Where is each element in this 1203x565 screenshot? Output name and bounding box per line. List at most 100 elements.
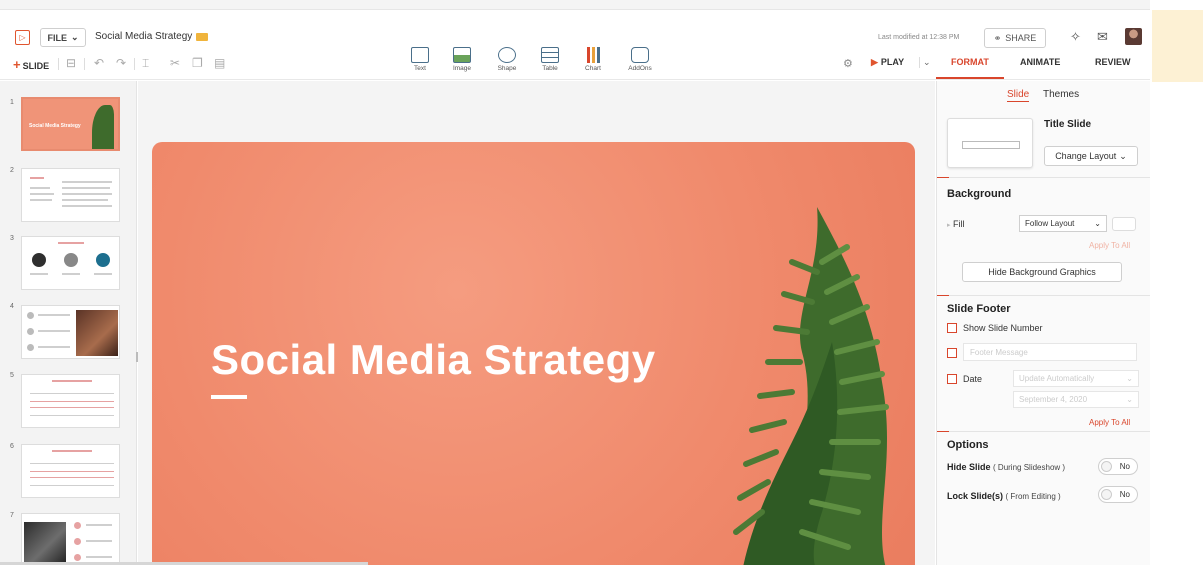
slide-thumbnail-3[interactable] — [21, 236, 120, 290]
thumb-number: 4 — [10, 303, 14, 310]
play-icon: ▶ — [871, 57, 878, 67]
photo-graphic — [24, 522, 66, 565]
tab-format[interactable]: FORMAT — [951, 57, 989, 67]
settings-icon[interactable]: ⚙ — [843, 57, 853, 70]
share-button[interactable]: ⚭ SHARE — [984, 28, 1046, 48]
avatar[interactable] — [1125, 28, 1142, 45]
insert-table-button[interactable]: Table — [530, 47, 570, 72]
table-icon — [541, 47, 559, 63]
section-divider — [937, 177, 1151, 178]
document-title[interactable]: Social Media Strategy — [95, 31, 192, 42]
insert-chart-button[interactable]: Chart — [573, 47, 613, 72]
insert-image-button[interactable]: Image — [442, 47, 482, 72]
insert-shape-label: Shape — [497, 65, 517, 72]
apply-all-background-link[interactable]: Apply To All — [1089, 241, 1130, 250]
slide-thumbnail-5[interactable] — [21, 374, 120, 428]
thumb-number: 5 — [10, 372, 14, 379]
hide-slide-note: ( During Slideshow ) — [993, 463, 1066, 472]
plant-image[interactable] — [672, 202, 915, 565]
subtab-themes[interactable]: Themes — [1043, 89, 1079, 100]
slide-thumbnail-4[interactable] — [21, 305, 120, 359]
plant-graphic — [92, 105, 114, 149]
slide-canvas[interactable]: Social Media Strategy — [152, 142, 915, 565]
layout-icon[interactable]: ⊟ — [66, 56, 76, 70]
footer-message-input[interactable]: Footer Message — [963, 343, 1137, 361]
insert-addons-button[interactable]: AddOns — [620, 47, 660, 72]
lock-slide-toggle[interactable]: No — [1098, 486, 1138, 503]
copy-icon[interactable]: ❐ — [192, 56, 203, 70]
puzzle-icon — [631, 47, 649, 63]
app-window: ▷ FILE ⌄ Social Media Strategy + SLIDE ⊟ … — [0, 0, 1151, 565]
footer-message-checkbox[interactable] — [947, 348, 957, 358]
insert-text-button[interactable]: Text — [400, 47, 440, 72]
sticky-note — [1152, 10, 1203, 82]
hide-slide-label: Hide Slide ( During Slideshow ) — [947, 462, 1065, 472]
thumb-title: Social Media Strategy — [29, 123, 81, 129]
cut-icon[interactable]: ✂ — [170, 56, 180, 70]
tab-review[interactable]: REVIEW — [1095, 57, 1131, 67]
chevron-down-icon: ⌄ — [1094, 219, 1101, 228]
expand-arrow-icon[interactable]: ▸ — [947, 222, 951, 229]
add-slide-button[interactable]: + SLIDE — [13, 57, 49, 72]
insert-chart-label: Chart — [585, 65, 601, 72]
apply-all-footer-link[interactable]: Apply To All — [1089, 418, 1130, 427]
app-logo-icon[interactable]: ▷ — [15, 30, 30, 45]
insert-shape-button[interactable]: Shape — [487, 47, 527, 72]
change-layout-label: Change Layout — [1055, 151, 1117, 161]
date-checkbox[interactable] — [947, 374, 957, 384]
magic-wand-icon[interactable]: ✧ — [1070, 29, 1081, 45]
slide-thumbnail-6[interactable] — [21, 444, 120, 498]
paste-icon[interactable]: ▤ — [214, 56, 225, 70]
toggle-knob — [1101, 461, 1112, 472]
insert-table-label: Table — [542, 65, 558, 72]
thumb-number: 3 — [10, 235, 14, 242]
mail-icon[interactable]: ✉ — [1097, 29, 1108, 45]
redo-icon[interactable]: ↷ — [116, 56, 126, 70]
show-slide-number-checkbox[interactable] — [947, 323, 957, 333]
fill-color-swatch[interactable] — [1112, 217, 1136, 231]
chevron-down-icon: ⌄ — [1119, 150, 1127, 161]
undo-icon[interactable]: ↶ — [94, 56, 104, 70]
fill-select[interactable]: Follow Layout ⌄ — [1019, 215, 1107, 232]
format-panel: Slide Themes Title Slide Change Layout ⌄… — [936, 81, 1151, 565]
slide-title[interactable]: Social Media Strategy — [211, 336, 656, 384]
insert-image-label: Image — [452, 65, 472, 72]
slide-label: SLIDE — [22, 61, 50, 71]
file-menu-button[interactable]: FILE ⌄ — [40, 28, 86, 47]
layout-preview[interactable] — [947, 118, 1033, 168]
active-tab-indicator — [936, 77, 1004, 79]
lock-slide-value: No — [1119, 490, 1130, 499]
slide-thumbnail-2[interactable] — [21, 168, 120, 222]
hide-background-graphics-button[interactable]: Hide Background Graphics — [962, 262, 1122, 282]
change-layout-button[interactable]: Change Layout ⌄ — [1044, 146, 1138, 166]
slide-thumbnails-panel: 1 Social Media Strategy 2 3 4 5 6 7 — [0, 81, 137, 565]
hide-slide-toggle[interactable]: No — [1098, 458, 1138, 475]
options-heading: Options — [947, 439, 989, 451]
toggle-knob — [1101, 489, 1112, 500]
format-painter-icon[interactable]: ⌶ — [142, 56, 149, 71]
date-value-select[interactable]: September 4, 2020 ⌄ — [1013, 391, 1139, 408]
chevron-down-icon: ⌄ — [1126, 395, 1133, 404]
tab-animate[interactable]: ANIMATE — [1020, 57, 1060, 67]
shape-icon — [498, 47, 516, 63]
outer-margin — [1150, 0, 1203, 565]
chevron-down-icon: ⌄ — [70, 32, 79, 42]
thumb-number: 2 — [10, 167, 14, 174]
section-divider — [937, 431, 1151, 432]
play-button[interactable]: ▶ PLAY — [871, 57, 904, 68]
lock-slide-text: Lock Slide(s) — [947, 491, 1004, 501]
toolbar-divider — [84, 58, 85, 70]
image-icon — [453, 47, 471, 63]
slide-thumbnail-7[interactable] — [21, 513, 120, 565]
browser-strip — [0, 0, 1150, 10]
date-mode-select[interactable]: Update Automatically ⌄ — [1013, 370, 1139, 387]
insert-addons-label: AddOns — [628, 65, 652, 72]
slide-thumbnail-1[interactable]: Social Media Strategy — [21, 97, 120, 151]
fill-value: Follow Layout — [1025, 219, 1075, 228]
hide-slide-text: Hide Slide — [947, 462, 991, 472]
date-label: Date — [963, 374, 983, 384]
folder-icon[interactable] — [196, 33, 208, 41]
subtab-slide[interactable]: Slide — [1007, 89, 1030, 102]
layout-name: Title Slide — [1044, 119, 1092, 130]
play-options-chevron-icon[interactable]: ⌄ — [919, 57, 931, 68]
